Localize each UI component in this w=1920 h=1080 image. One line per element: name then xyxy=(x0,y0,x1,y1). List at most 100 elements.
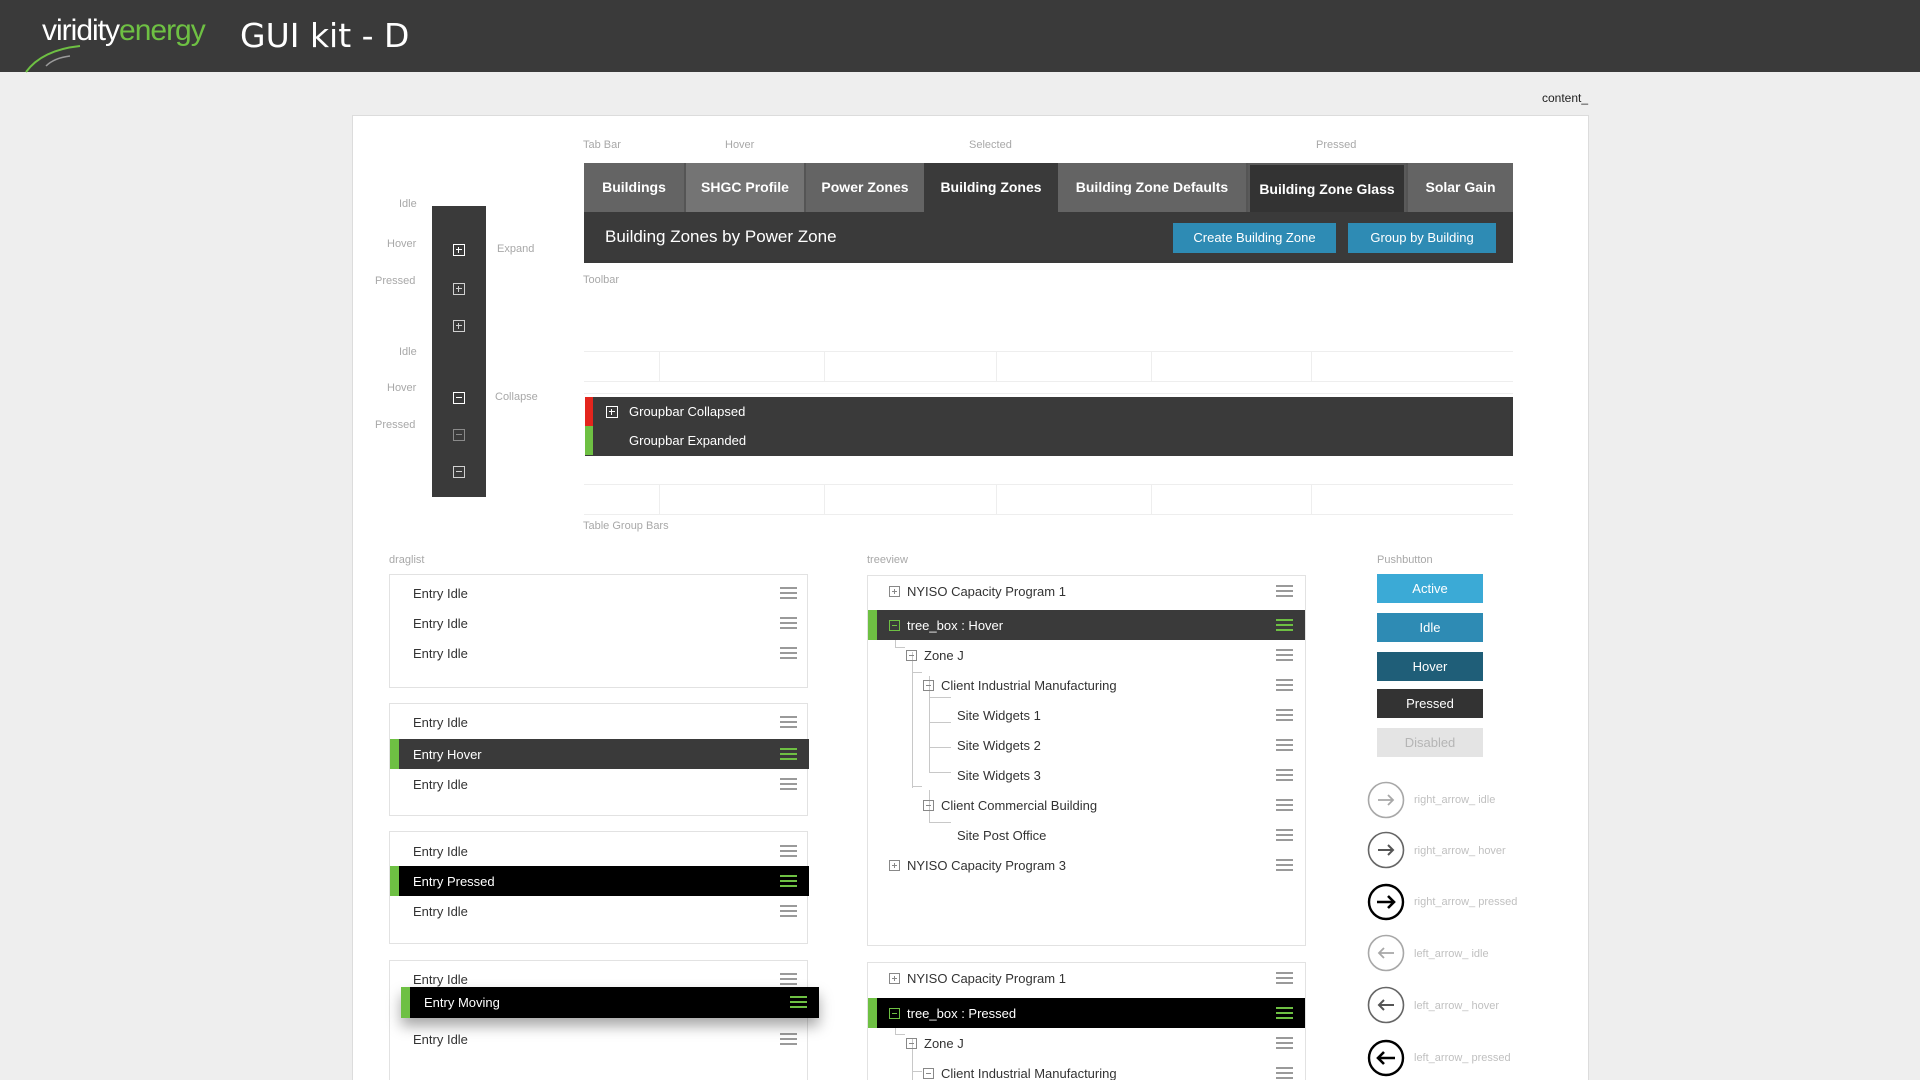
drag-handle-icon[interactable] xyxy=(1276,739,1293,752)
list-item[interactable]: Entry Idle xyxy=(390,836,809,866)
drag-handle-icon[interactable] xyxy=(1276,619,1293,632)
tree-node-label: Client Commercial Building xyxy=(941,798,1098,813)
drag-handle-icon[interactable] xyxy=(1276,1067,1293,1080)
drag-handle-icon[interactable] xyxy=(780,905,797,918)
expand-icon-pressed[interactable] xyxy=(453,283,465,295)
drag-handle-icon[interactable] xyxy=(780,587,797,600)
drag-handle-icon[interactable] xyxy=(1276,769,1293,782)
drag-handle-icon[interactable] xyxy=(780,845,797,858)
drag-handle-icon[interactable] xyxy=(780,1033,797,1046)
tree-node[interactable]: Site Widgets 3 xyxy=(868,760,1305,790)
drag-handle-icon[interactable] xyxy=(1276,1007,1293,1020)
drag-handle-icon[interactable] xyxy=(790,996,807,1009)
tree-node-pressed[interactable]: tree_box : Pressed xyxy=(868,998,1305,1028)
tab-solar-gain[interactable]: Solar Gain xyxy=(1408,163,1513,212)
expand-icon[interactable] xyxy=(889,973,900,984)
drag-handle-icon[interactable] xyxy=(1276,972,1293,985)
right-arrow-icon[interactable] xyxy=(1367,831,1405,869)
expand-icon-hover[interactable] xyxy=(453,244,465,256)
tree-node-label: NYISO Capacity Program 1 xyxy=(907,971,1066,986)
list-item[interactable]: Entry Idle xyxy=(390,638,809,668)
drag-handle-icon[interactable] xyxy=(1276,585,1293,598)
drag-handle-icon[interactable] xyxy=(1276,679,1293,692)
expand-icon-idle[interactable] xyxy=(453,320,465,332)
tree-node[interactable]: Site Widgets 1 xyxy=(868,700,1305,730)
caption-table-group-bars: Table Group Bars xyxy=(583,520,669,532)
tab-building-zone-defaults[interactable]: Building Zone Defaults xyxy=(1058,163,1246,212)
drag-handle-icon[interactable] xyxy=(1276,829,1293,842)
list-item[interactable]: Entry Idle xyxy=(390,1024,809,1054)
collapse-icon[interactable] xyxy=(906,1038,917,1049)
pushbutton-hover[interactable]: Hover xyxy=(1377,652,1483,681)
table-column-divider xyxy=(824,485,825,514)
list-item-label: Entry Idle xyxy=(413,972,468,987)
drag-handle-icon[interactable] xyxy=(780,973,797,986)
group-by-building-button[interactable]: Group by Building xyxy=(1348,223,1496,253)
pressed-accent xyxy=(390,866,399,896)
draglist-hover: Entry Idle Entry Hover Entry Idle xyxy=(389,703,809,816)
tree-node[interactable]: Client Industrial Manufacturing xyxy=(868,1058,1305,1080)
tree-node[interactable]: Zone J xyxy=(868,640,1305,670)
drag-handle-icon[interactable] xyxy=(780,778,797,791)
pushbutton-idle[interactable]: Idle xyxy=(1377,613,1483,642)
list-item[interactable]: Entry Idle xyxy=(390,769,809,799)
tab-building-zones[interactable]: Building Zones xyxy=(924,163,1058,212)
tree-node[interactable]: Client Commercial Building xyxy=(868,790,1305,820)
drag-handle-icon[interactable] xyxy=(780,617,797,630)
collapse-icon-idle[interactable] xyxy=(453,466,465,478)
tree-node-hover[interactable]: tree_box : Hover xyxy=(868,610,1305,640)
collapse-icon[interactable] xyxy=(923,800,934,811)
drag-handle-icon[interactable] xyxy=(1276,1037,1293,1050)
tab-power-zones[interactable]: Power Zones xyxy=(806,163,924,212)
table-column-divider xyxy=(1311,485,1312,514)
groupbar-expanded[interactable]: Groupbar Expanded xyxy=(585,426,1513,455)
left-arrow-icon[interactable] xyxy=(1367,986,1405,1024)
drag-handle-icon[interactable] xyxy=(780,716,797,729)
drag-handle-icon[interactable] xyxy=(780,647,797,660)
expand-icon[interactable] xyxy=(889,860,900,871)
drag-handle-icon[interactable] xyxy=(1276,709,1293,722)
list-item-hover[interactable]: Entry Hover xyxy=(390,739,809,769)
collapse-icon[interactable] xyxy=(889,1008,900,1019)
tab-buildings[interactable]: Buildings xyxy=(584,163,684,212)
tree-node[interactable]: Client Industrial Manufacturing xyxy=(868,670,1305,700)
expand-icon[interactable] xyxy=(889,586,900,597)
left-arrow-icon[interactable] xyxy=(1367,1039,1405,1077)
drag-handle-icon[interactable] xyxy=(780,748,797,761)
tree-node[interactable]: NYISO Capacity Program 3 xyxy=(868,850,1305,880)
list-item[interactable]: Entry Idle xyxy=(390,896,809,926)
right-arrow-icon[interactable] xyxy=(1367,883,1405,921)
tree-node[interactable]: Site Widgets 2 xyxy=(868,730,1305,760)
create-building-zone-button[interactable]: Create Building Zone xyxy=(1173,223,1336,253)
drag-handle-icon[interactable] xyxy=(780,875,797,888)
list-item[interactable]: Entry Idle xyxy=(390,707,809,737)
drag-handle-icon[interactable] xyxy=(1276,649,1293,662)
list-item-pressed[interactable]: Entry Pressed xyxy=(390,866,809,896)
collapse-icon-pressed[interactable] xyxy=(453,429,465,441)
list-item[interactable]: Entry Idle xyxy=(390,578,809,608)
tab-building-zone-glass[interactable]: Building Zone Glass xyxy=(1248,163,1406,212)
tree-node[interactable]: NYISO Capacity Program 1 xyxy=(868,576,1305,606)
tree-node[interactable]: Zone J xyxy=(868,1028,1305,1058)
expand-icon[interactable] xyxy=(606,406,618,418)
collapse-icon[interactable] xyxy=(923,680,934,691)
collapse-icon-hover[interactable] xyxy=(453,392,465,404)
list-item[interactable]: Entry Idle xyxy=(390,608,809,638)
collapse-icon[interactable] xyxy=(906,650,917,661)
collapse-icon[interactable] xyxy=(889,620,900,631)
drag-handle-icon[interactable] xyxy=(1276,799,1293,812)
drag-handle-icon[interactable] xyxy=(1276,859,1293,872)
left-arrow-icon[interactable] xyxy=(1367,934,1405,972)
page-title: GUI kit - D xyxy=(240,16,410,55)
list-item-moving[interactable]: Entry Moving xyxy=(401,987,819,1018)
collapse-icon[interactable] xyxy=(923,1068,934,1079)
right-arrow-icon[interactable] xyxy=(1367,781,1405,819)
pushbutton-active[interactable]: Active xyxy=(1377,574,1483,603)
tab-shgc-profile[interactable]: SHGC Profile xyxy=(686,163,804,212)
pushbutton-pressed[interactable]: Pressed xyxy=(1377,689,1483,718)
tree-node-label: Site Widgets 2 xyxy=(957,738,1041,753)
tree-node[interactable]: Site Post Office xyxy=(868,820,1305,850)
tree-node[interactable]: NYISO Capacity Program 1 xyxy=(868,963,1305,993)
groupbar-collapsed[interactable]: Groupbar Collapsed xyxy=(585,397,1513,426)
groupbar-collapsed-accent xyxy=(585,397,593,426)
